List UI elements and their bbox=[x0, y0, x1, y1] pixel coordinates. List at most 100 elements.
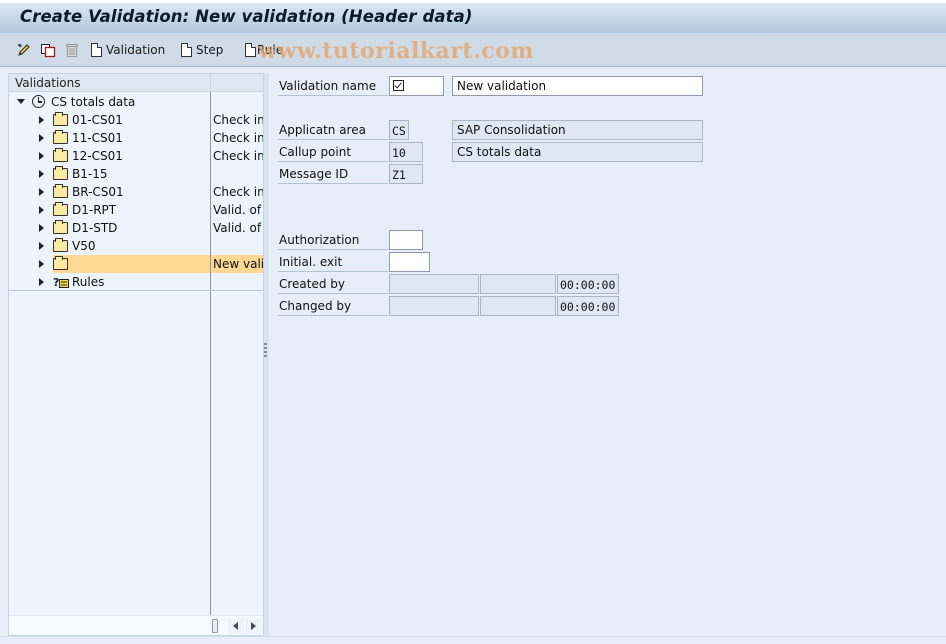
folder-icon bbox=[53, 184, 68, 198]
checkbox-icon bbox=[393, 80, 404, 91]
tree-node-description: New valid bbox=[213, 257, 263, 271]
tree-node-description: Check inc bbox=[213, 113, 263, 127]
tree-node-description: Valid. of S bbox=[213, 221, 263, 235]
edit-pencil-icon bbox=[17, 44, 30, 56]
tree-node-description: Valid. of I bbox=[213, 203, 263, 217]
expand-icon[interactable] bbox=[39, 134, 44, 142]
column-separator[interactable] bbox=[210, 74, 211, 92]
new-document-icon bbox=[245, 43, 256, 57]
validation-name-input[interactable] bbox=[389, 76, 444, 96]
new-step-button[interactable]: Step bbox=[181, 40, 223, 60]
tree-node-label: B1-15 bbox=[72, 167, 108, 181]
callup-point-field: 10 bbox=[389, 142, 423, 162]
tree-node-validation-selected[interactable]: New valid bbox=[9, 255, 263, 273]
tree-node-label: CS totals data bbox=[51, 95, 136, 109]
expand-collapse-icon[interactable] bbox=[17, 99, 25, 104]
initial-exit-label: Initial. exit bbox=[278, 252, 388, 272]
folder-icon bbox=[53, 166, 68, 180]
folder-icon bbox=[53, 130, 68, 144]
new-validation-button[interactable]: Validation bbox=[91, 40, 165, 60]
folder-icon bbox=[53, 112, 68, 126]
application-area-label: Applicatn area bbox=[278, 120, 388, 140]
changed-by-time-field: 00:00:00 bbox=[557, 296, 619, 316]
new-rule-button[interactable]: Rule bbox=[245, 40, 283, 60]
changed-by-label: Changed by bbox=[278, 296, 388, 316]
message-id-field: Z1 bbox=[389, 164, 423, 184]
tree-node-description: Check inc bbox=[213, 185, 263, 199]
splitter-grip-icon[interactable] bbox=[264, 343, 267, 359]
tree-node-validation[interactable]: 11-CS01 Check inc bbox=[9, 129, 263, 147]
tree-node-description: Check inc bbox=[213, 149, 263, 163]
window-title: Create Validation: New validation (Heade… bbox=[20, 7, 473, 26]
authorization-label: Authorization bbox=[278, 230, 388, 250]
tree-end-divider bbox=[9, 290, 263, 291]
horizontal-scrollbar[interactable] bbox=[9, 615, 263, 635]
expand-icon[interactable] bbox=[39, 242, 44, 250]
validation-tree: Validations CS totals data 01-CS01 Check… bbox=[8, 73, 264, 636]
changed-by-user-field bbox=[389, 296, 479, 316]
tree-node-label: D1-RPT bbox=[72, 203, 117, 217]
expand-icon[interactable] bbox=[39, 206, 44, 214]
changed-by-date-field bbox=[480, 296, 556, 316]
tree-node-validation[interactable]: D1-RPT Valid. of I bbox=[9, 201, 263, 219]
svg-text:?: ? bbox=[53, 276, 59, 289]
validation-name-label: Validation name bbox=[278, 76, 388, 96]
copy-button[interactable] bbox=[40, 40, 56, 60]
edit-button[interactable] bbox=[16, 40, 32, 60]
selection-highlight bbox=[53, 255, 210, 273]
authorization-input[interactable] bbox=[389, 230, 423, 250]
delete-trash-icon bbox=[66, 44, 78, 57]
expand-icon[interactable] bbox=[39, 170, 44, 178]
validation-description-input[interactable]: New validation bbox=[452, 76, 703, 96]
tree-node-rules[interactable]: ? Rules bbox=[9, 273, 263, 291]
expand-icon[interactable] bbox=[39, 116, 44, 124]
scroll-right-button[interactable] bbox=[245, 618, 261, 634]
expand-icon[interactable] bbox=[39, 278, 44, 286]
created-by-user-field bbox=[389, 274, 479, 294]
scroll-left-button[interactable] bbox=[228, 618, 244, 634]
tree-node-label: 12-CS01 bbox=[72, 149, 123, 163]
tree-node-validation[interactable]: V50 bbox=[9, 237, 263, 255]
message-id-label: Message ID bbox=[278, 164, 388, 184]
folder-icon bbox=[53, 148, 68, 162]
delete-button[interactable] bbox=[64, 40, 80, 60]
expand-icon[interactable] bbox=[39, 260, 44, 268]
new-validation-label: Validation bbox=[106, 43, 166, 57]
title-bar: Create Validation: New validation (Heade… bbox=[0, 0, 946, 34]
tree-node-label: D1-STD bbox=[72, 221, 118, 235]
tree-node-label: Rules bbox=[72, 275, 105, 289]
expand-icon[interactable] bbox=[39, 188, 44, 196]
clock-icon bbox=[32, 95, 45, 108]
tree-node-label: V50 bbox=[72, 239, 96, 253]
callup-point-description: CS totals data bbox=[452, 142, 703, 162]
tree-node-validation[interactable]: D1-STD Valid. of S bbox=[9, 219, 263, 237]
tree-node-validation[interactable]: BR-CS01 Check inc bbox=[9, 183, 263, 201]
new-document-icon bbox=[91, 43, 102, 57]
tree-node-validation[interactable]: B1-15 bbox=[9, 165, 263, 183]
tree-column-header-validations: Validations bbox=[15, 76, 81, 90]
application-toolbar: Validation Step Rule bbox=[0, 34, 946, 67]
folder-icon bbox=[53, 238, 68, 252]
status-area bbox=[0, 636, 946, 644]
created-by-label: Created by bbox=[278, 274, 388, 294]
copy-icon bbox=[41, 44, 56, 58]
tree-header: Validations bbox=[9, 74, 263, 92]
new-step-label: Step bbox=[196, 43, 224, 57]
tree-node-label: 01-CS01 bbox=[72, 113, 123, 127]
expand-icon[interactable] bbox=[39, 224, 44, 232]
application-area-field: CS bbox=[389, 120, 409, 140]
scrollbar-thumb[interactable] bbox=[212, 619, 218, 633]
application-area-description: SAP Consolidation bbox=[452, 120, 703, 140]
folder-icon bbox=[53, 256, 68, 270]
panel-splitter[interactable] bbox=[264, 73, 269, 636]
new-document-icon bbox=[181, 43, 192, 57]
tree-node-validation[interactable]: 12-CS01 Check inc bbox=[9, 147, 263, 165]
tree-node-validation[interactable]: 01-CS01 Check inc bbox=[9, 111, 263, 129]
created-by-date-field bbox=[480, 274, 556, 294]
tree-node-description: Check inc bbox=[213, 131, 263, 145]
initial-exit-input[interactable] bbox=[389, 252, 430, 272]
folder-icon bbox=[53, 220, 68, 234]
new-rule-label: Rule bbox=[257, 43, 284, 57]
tree-node-root[interactable]: CS totals data bbox=[9, 93, 263, 111]
expand-icon[interactable] bbox=[39, 152, 44, 160]
